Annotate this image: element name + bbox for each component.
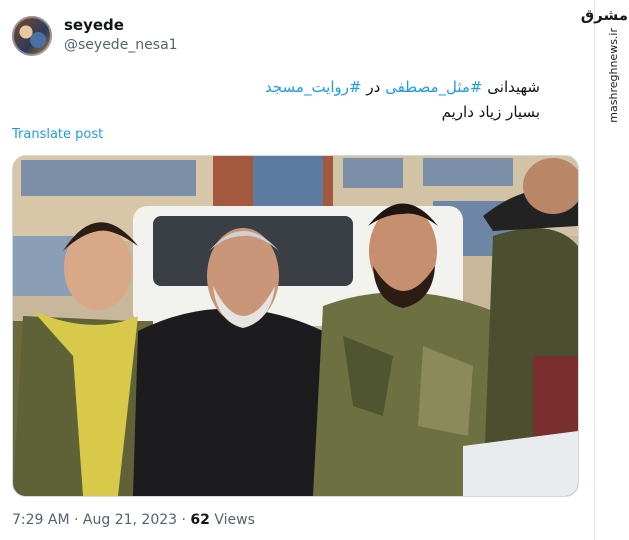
hashtag-link[interactable]: #روایت_مسجد — [265, 78, 362, 96]
translate-post-link[interactable]: Translate post — [12, 127, 103, 142]
meta-separator: · — [69, 512, 83, 528]
tweet-photo[interactable] — [12, 155, 579, 497]
hashtag-link[interactable]: #مثل_مصطفی — [385, 78, 482, 96]
author-handle[interactable]: @seyede_nesa1 — [64, 37, 178, 53]
tweet-date[interactable]: Aug 21, 2023 — [83, 512, 177, 528]
tweet-meta: 7:29 AM · Aug 21, 2023 · 62 Views — [12, 512, 255, 528]
meta-separator: · — [177, 512, 191, 528]
tweet-text-segment: شهیدانی — [482, 78, 540, 96]
tweet-text-line-2: بسیار زیاد داریم — [441, 103, 540, 121]
views-count: 62 — [190, 512, 210, 528]
views-label: Views — [209, 512, 255, 528]
user-avatar[interactable] — [12, 16, 52, 56]
tweet-time[interactable]: 7:29 AM — [12, 512, 70, 528]
photo-illustration — [13, 156, 578, 496]
watermark-logo: مشرق — [580, 6, 628, 24]
watermark-site: mashreghnews.ir — [607, 28, 620, 123]
tweet-text-segment: در — [361, 78, 386, 96]
watermark-strip: مشرق mashreghnews.ir — [580, 0, 629, 540]
tweet-text-line-1: شهیدانی #مثل_مصطفی در #روایت_مسجد — [265, 78, 540, 96]
author-name[interactable]: seyede — [64, 16, 124, 34]
tweet-card: seyede @seyede_nesa1 شهیدانی #مثل_مصطفی … — [0, 0, 594, 540]
